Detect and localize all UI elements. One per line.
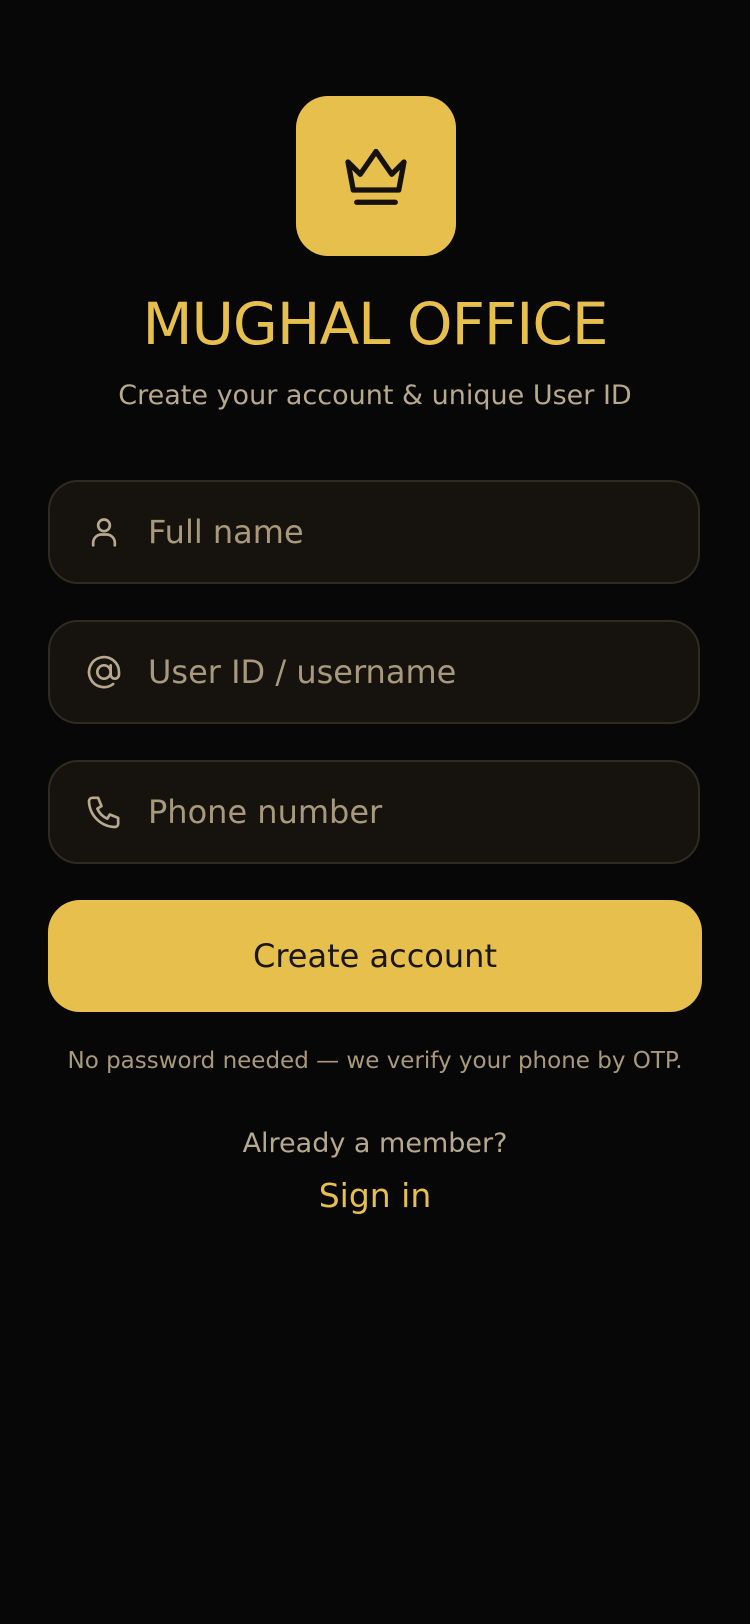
crown-icon (345, 148, 407, 205)
full-name-field[interactable] (48, 480, 700, 584)
username-input[interactable] (148, 642, 674, 702)
app-logo (296, 96, 456, 256)
app-title: MUGHAL OFFICE (142, 290, 608, 358)
phone-field[interactable] (48, 760, 700, 864)
app-subtitle: Create your account & unique User ID (118, 380, 632, 411)
sign-in-link[interactable]: Sign in (0, 1174, 750, 1218)
username-field[interactable] (48, 620, 700, 724)
full-name-input[interactable] (148, 502, 674, 562)
already-member-text: Already a member? (242, 1128, 508, 1159)
phone-icon (84, 792, 124, 832)
phone-input[interactable] (148, 782, 674, 842)
otp-hint: No password needed — we verify your phon… (67, 1048, 683, 1074)
at-sign-icon (84, 652, 124, 692)
create-account-button[interactable]: Create account (48, 900, 702, 1012)
user-icon (84, 512, 124, 552)
